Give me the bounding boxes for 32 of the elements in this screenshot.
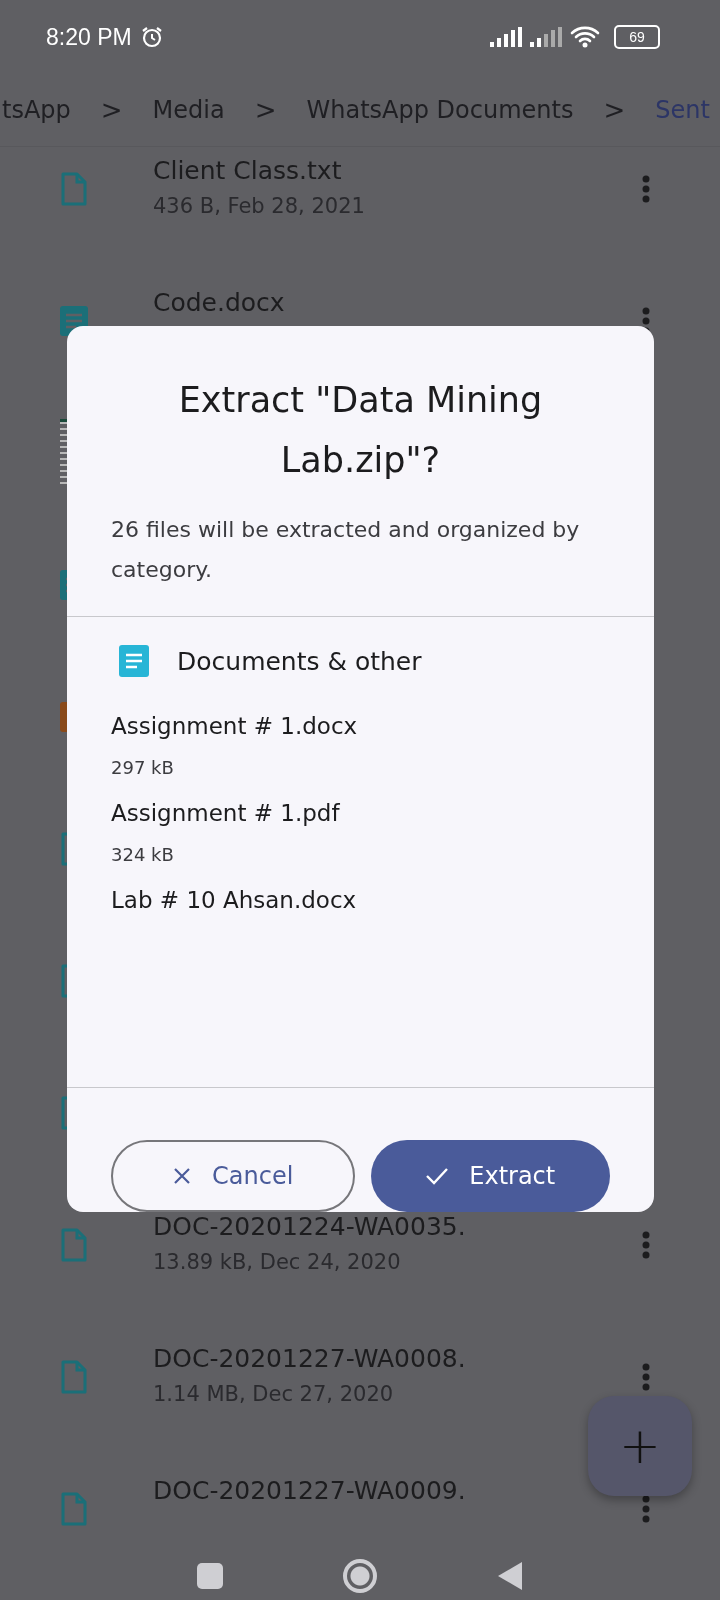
checkmark-icon — [425, 1166, 450, 1186]
home-button[interactable] — [343, 1559, 377, 1593]
battery-icon: 69 — [614, 25, 660, 49]
signal-icon — [490, 27, 522, 47]
add-button[interactable]: + — [588, 1396, 692, 1496]
file-name: DOC-20201227-WA0008. — [153, 1345, 467, 1374]
file-name: DOC-20201224-WA0035. — [153, 1213, 467, 1242]
breadcrumb-item[interactable]: Media — [152, 96, 225, 124]
file-name: Client Class.txt — [153, 157, 343, 186]
cancel-button[interactable]: Cancel — [111, 1140, 355, 1212]
archive-file-name: Assignment # 1.pdf — [111, 800, 341, 826]
breadcrumb-item[interactable]: tsApp — [2, 96, 71, 124]
status-time: 8:20 PM — [46, 23, 132, 51]
archive-file-size: 297 kB — [111, 757, 175, 778]
file-name: DOC-20201227-WA0009. — [153, 1477, 467, 1506]
close-icon — [172, 1166, 193, 1186]
dialog-title: Extract "Data Mining Lab.zip"? — [177, 379, 544, 482]
section-heading: Documents & other — [177, 646, 422, 676]
archive-file-name: Assignment # 1.docx — [111, 713, 359, 739]
chevron-separator: > — [603, 95, 626, 125]
dialog-message: 26 files will be extracted and organized by category. — [111, 516, 581, 584]
back-button[interactable] — [497, 1561, 523, 1591]
chevron-separator: > — [254, 95, 277, 125]
wifi-icon — [570, 25, 600, 49]
file-name: Code.docx — [153, 289, 286, 318]
chevron-separator: > — [100, 95, 123, 125]
extract-button[interactable]: Extract — [370, 1140, 610, 1212]
recent-apps-button[interactable] — [197, 1563, 223, 1589]
archive-file-size: 324 kB — [111, 844, 175, 865]
signal-icon — [530, 27, 562, 47]
breadcrumb-item[interactable]: WhatsApp Documents — [306, 96, 574, 124]
archive-file-name: Lab # 10 Ahsan.docx — [111, 887, 358, 913]
